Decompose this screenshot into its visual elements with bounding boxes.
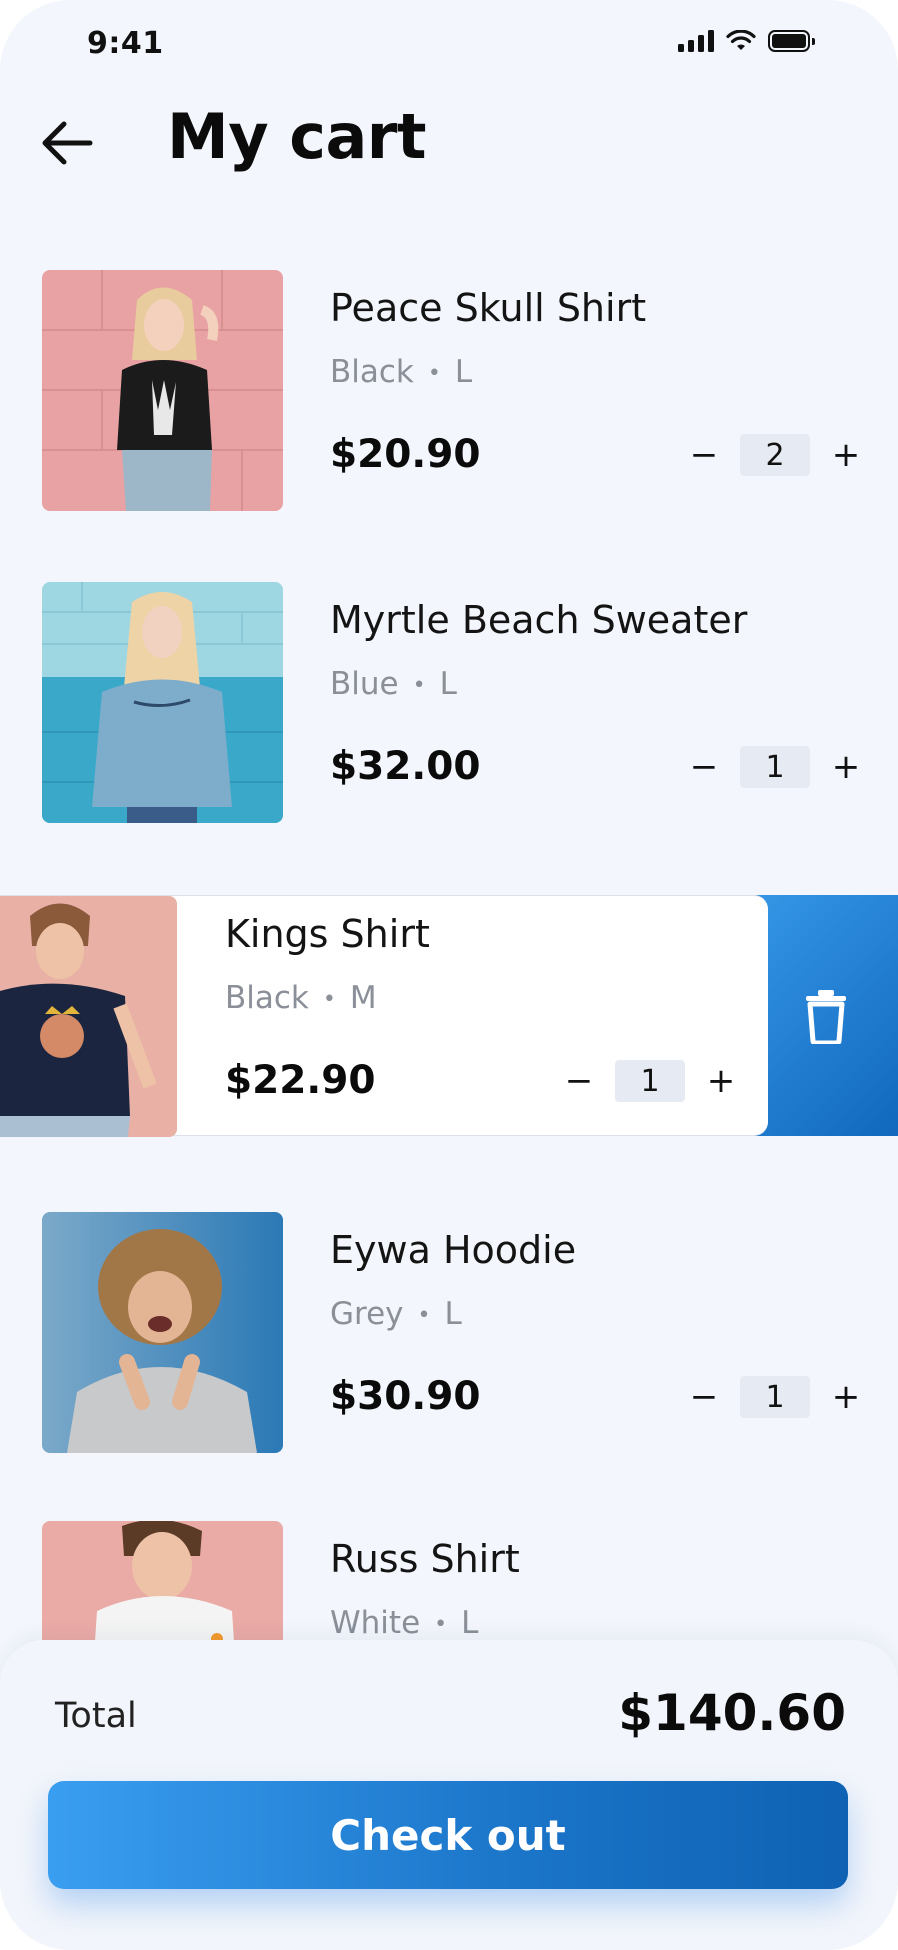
item-price: $30.90 (330, 1374, 481, 1419)
item-size: M (349, 980, 377, 1016)
item-color: Blue (330, 666, 399, 702)
separator-dot: • (412, 673, 426, 698)
increase-quantity-button[interactable]: + (822, 746, 870, 788)
separator-dot: • (434, 1612, 448, 1637)
item-size: L (439, 666, 457, 702)
decrease-quantity-button[interactable]: − (680, 434, 728, 476)
item-name: Russ Shirt (330, 1537, 520, 1581)
decrease-quantity-button[interactable]: − (680, 746, 728, 788)
item-size: L (461, 1605, 479, 1641)
wifi-icon (726, 30, 756, 50)
item-name: Eywa Hoodie (330, 1228, 577, 1272)
cart-screen: 9:41 My cart Peace Skull Shirt Black • L… (0, 0, 898, 1950)
battery-icon (768, 30, 815, 52)
separator-dot: • (322, 987, 336, 1012)
item-variant: Blue • L (330, 666, 457, 702)
item-variant: Black • M (225, 980, 377, 1016)
item-name: Myrtle Beach Sweater (330, 598, 748, 642)
product-image (42, 582, 283, 823)
total-value: $140.60 (618, 1684, 846, 1742)
quantity-value: 1 (615, 1060, 685, 1102)
page-title: My cart (167, 100, 427, 173)
item-color: Grey (330, 1296, 404, 1332)
checkout-button[interactable]: Check out (48, 1781, 848, 1889)
item-variant: Black • L (330, 354, 472, 390)
item-variant: White • L (330, 1605, 478, 1641)
status-icons (678, 30, 815, 52)
quantity-stepper: − 1 + (680, 1376, 870, 1418)
separator-dot: • (427, 361, 441, 386)
swiped-item-card[interactable]: Kings Shirt Black • M $22.90 − 1 + (0, 895, 768, 1138)
trash-icon (806, 989, 846, 1044)
quantity-stepper: − 2 + (680, 434, 870, 476)
product-image (0, 896, 177, 1137)
item-variant: Grey • L (330, 1296, 462, 1332)
quantity-value: 2 (740, 434, 810, 476)
item-info: Myrtle Beach Sweater Blue • L $32.00 − 1 + (330, 582, 870, 824)
quantity-stepper: − 1 + (555, 1060, 745, 1102)
decrease-quantity-button[interactable]: − (680, 1376, 728, 1418)
item-color: White (330, 1605, 421, 1641)
cart-item[interactable]: Peace Skull Shirt Black • L $20.90 − 2 + (0, 270, 898, 512)
quantity-stepper: − 1 + (680, 746, 870, 788)
quantity-value: 1 (740, 746, 810, 788)
item-info: Peace Skull Shirt Black • L $20.90 − 2 + (330, 270, 870, 512)
product-image (42, 1212, 283, 1453)
item-price: $20.90 (330, 432, 481, 477)
cart-item-swiped[interactable]: Kings Shirt Black • M $22.90 − 1 + (0, 895, 898, 1138)
increase-quantity-button[interactable]: + (822, 434, 870, 476)
item-color: Black (225, 980, 309, 1016)
item-info: Kings Shirt Black • M $22.90 − 1 + (225, 896, 745, 1138)
increase-quantity-button[interactable]: + (697, 1060, 745, 1102)
item-color: Black (330, 354, 414, 390)
decrease-quantity-button[interactable]: − (555, 1060, 603, 1102)
cellular-signal-icon (678, 30, 714, 52)
cart-item[interactable]: Myrtle Beach Sweater Blue • L $32.00 − 1 + (0, 582, 898, 824)
delete-item-button[interactable] (754, 895, 898, 1136)
product-image (42, 270, 283, 511)
checkout-summary: Total $140.60 Check out (0, 1640, 898, 1950)
status-time: 9:41 (87, 26, 164, 61)
separator-dot: • (417, 1303, 431, 1328)
item-info: Eywa Hoodie Grey • L $30.90 − 1 + (330, 1212, 870, 1454)
increase-quantity-button[interactable]: + (822, 1376, 870, 1418)
total-label: Total (55, 1696, 137, 1736)
item-name: Peace Skull Shirt (330, 286, 647, 330)
cart-item[interactable]: Eywa Hoodie Grey • L $30.90 − 1 + (0, 1212, 898, 1454)
back-arrow-icon[interactable] (38, 113, 98, 173)
quantity-value: 1 (740, 1376, 810, 1418)
item-price: $22.90 (225, 1058, 376, 1103)
item-size: L (444, 1296, 462, 1332)
item-name: Kings Shirt (225, 912, 430, 956)
item-size: L (454, 354, 473, 390)
item-price: $32.00 (330, 744, 481, 789)
